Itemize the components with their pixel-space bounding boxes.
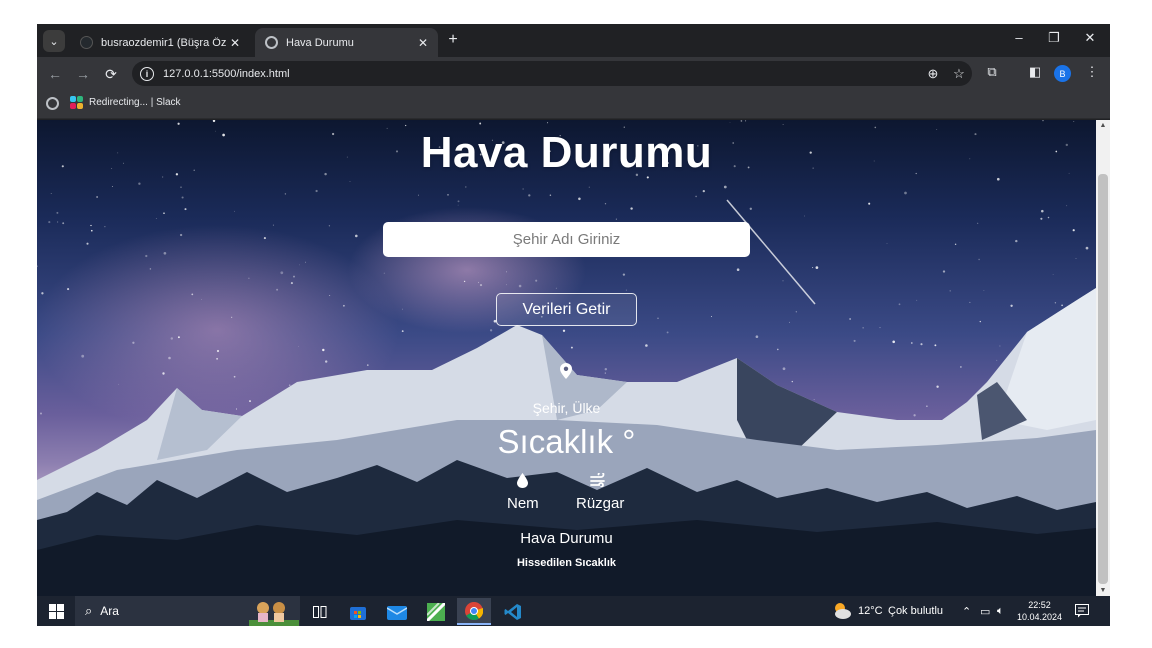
mountain-background xyxy=(37,199,1096,596)
feels-like-text: Hissedilen Sıcaklık xyxy=(516,557,617,569)
page-title: Hava Durumu xyxy=(420,128,713,177)
location-pin-icon xyxy=(560,363,572,379)
store-icon[interactable] xyxy=(341,598,375,625)
forward-icon[interactable]: → xyxy=(72,63,94,85)
site-info-icon[interactable]: i xyxy=(140,66,154,81)
web-page: Hava Durumu Verileri Getir Şehir, Ülke S… xyxy=(37,120,1096,596)
extensions-icon[interactable]: ⧉ xyxy=(982,64,1002,80)
zoom-icon[interactable]: ⊕ xyxy=(920,66,946,82)
bookmarks-bar: Redirecting... | Slack xyxy=(37,90,1110,119)
notification-icon[interactable] xyxy=(1075,604,1089,618)
back-icon[interactable]: ← xyxy=(44,63,66,85)
bookmark-slack[interactable]: Redirecting... | Slack xyxy=(70,96,181,109)
globe-icon xyxy=(265,36,278,49)
page-scrollbar[interactable]: ▲ ▼ xyxy=(1096,120,1110,596)
menu-icon[interactable]: ⋮ xyxy=(1082,64,1102,80)
temperature-text: Sıcaklık ° xyxy=(497,423,636,460)
search-highlight-icon[interactable] xyxy=(249,598,299,626)
bookmark-label: Redirecting... | Slack xyxy=(89,97,181,108)
city-input[interactable] xyxy=(383,222,750,257)
tray-chevron-up-icon[interactable]: ⌃ xyxy=(962,605,971,618)
close-window-button[interactable]: ✕ xyxy=(1078,30,1102,46)
github-icon xyxy=(80,36,93,49)
tab-strip: ⌄ busraozdemir1 (Büşra Özdemir) ✕ Hava D… xyxy=(37,24,1110,57)
tab-hava-durumu[interactable]: Hava Durumu ✕ xyxy=(255,28,438,57)
minimize-button[interactable]: – xyxy=(1007,30,1031,45)
scrollbar-thumb[interactable] xyxy=(1098,174,1108,584)
reload-icon[interactable]: ⟳ xyxy=(100,63,122,85)
mail-icon[interactable] xyxy=(380,598,414,625)
battery-icon[interactable]: ▭ xyxy=(980,605,990,618)
vscode-icon[interactable] xyxy=(496,598,530,625)
tab-title: Hava Durumu xyxy=(286,36,354,49)
search-icon: ⌕ xyxy=(85,603,93,618)
profile-avatar[interactable]: B xyxy=(1054,65,1071,82)
clock-time: 22:52 xyxy=(1028,600,1051,610)
maps-app-icon[interactable] xyxy=(419,598,453,625)
task-view-icon[interactable] xyxy=(303,598,337,625)
new-tab-button[interactable]: + xyxy=(443,31,463,49)
humidity-drop-icon xyxy=(517,473,528,488)
chrome-icon[interactable] xyxy=(457,598,491,625)
scroll-up-arrow-icon[interactable]: ▲ xyxy=(1096,122,1110,129)
apps-globe-icon[interactable] xyxy=(46,97,59,110)
weather-temp[interactable]: 12°C xyxy=(858,605,883,617)
wind-label: Rüzgar xyxy=(576,495,625,512)
side-panel-icon[interactable]: ◧ xyxy=(1025,64,1045,80)
restore-button[interactable]: ❐ xyxy=(1042,30,1066,46)
system-clock[interactable]: 22:52 10.04.2024 xyxy=(1017,599,1062,623)
address-bar[interactable]: i 127.0.0.1:5500/index.html ⊕ ☆ xyxy=(132,61,972,86)
wind-icon xyxy=(590,473,605,487)
bookmark-star-icon[interactable]: ☆ xyxy=(946,66,972,82)
browser-toolbar: ← → ⟳ i 127.0.0.1:5500/index.html ⊕ ☆ ⧉ … xyxy=(37,57,1110,90)
volume-icon[interactable]: 🔈︎ xyxy=(997,605,1004,618)
slack-icon xyxy=(70,96,83,109)
tab-github[interactable]: busraozdemir1 (Büşra Özdemir) ✕ xyxy=(70,28,250,57)
weather-cloud-icon[interactable] xyxy=(832,602,852,620)
tab-search-button[interactable]: ⌄ xyxy=(43,30,65,52)
desktop-screen: ⌄ busraozdemir1 (Büşra Özdemir) ✕ Hava D… xyxy=(37,24,1110,626)
start-button[interactable] xyxy=(49,604,64,619)
taskbar-search-placeholder: Ara xyxy=(100,604,119,618)
tab-title: busraozdemir1 (Büşra Özdemir) xyxy=(101,36,226,49)
weather-desc[interactable]: Çok bulutlu xyxy=(888,605,943,617)
humidity-label: Nem xyxy=(507,495,539,512)
scroll-down-arrow-icon[interactable]: ▼ xyxy=(1096,587,1110,594)
clock-date: 10.04.2024 xyxy=(1017,612,1063,622)
close-icon[interactable]: ✕ xyxy=(226,36,244,50)
windows-taskbar: ⌕ Ara 12°C Çok bulutlu ⌃ ▭ 🔈︎ 22:52 10.0… xyxy=(37,596,1110,626)
close-icon[interactable]: ✕ xyxy=(414,36,432,50)
location-text: Şehir, Ülke xyxy=(532,400,601,416)
url-text[interactable]: 127.0.0.1:5500/index.html xyxy=(163,68,920,80)
weather-description: Hava Durumu xyxy=(520,530,613,547)
fetch-data-button[interactable]: Verileri Getir xyxy=(496,293,637,326)
